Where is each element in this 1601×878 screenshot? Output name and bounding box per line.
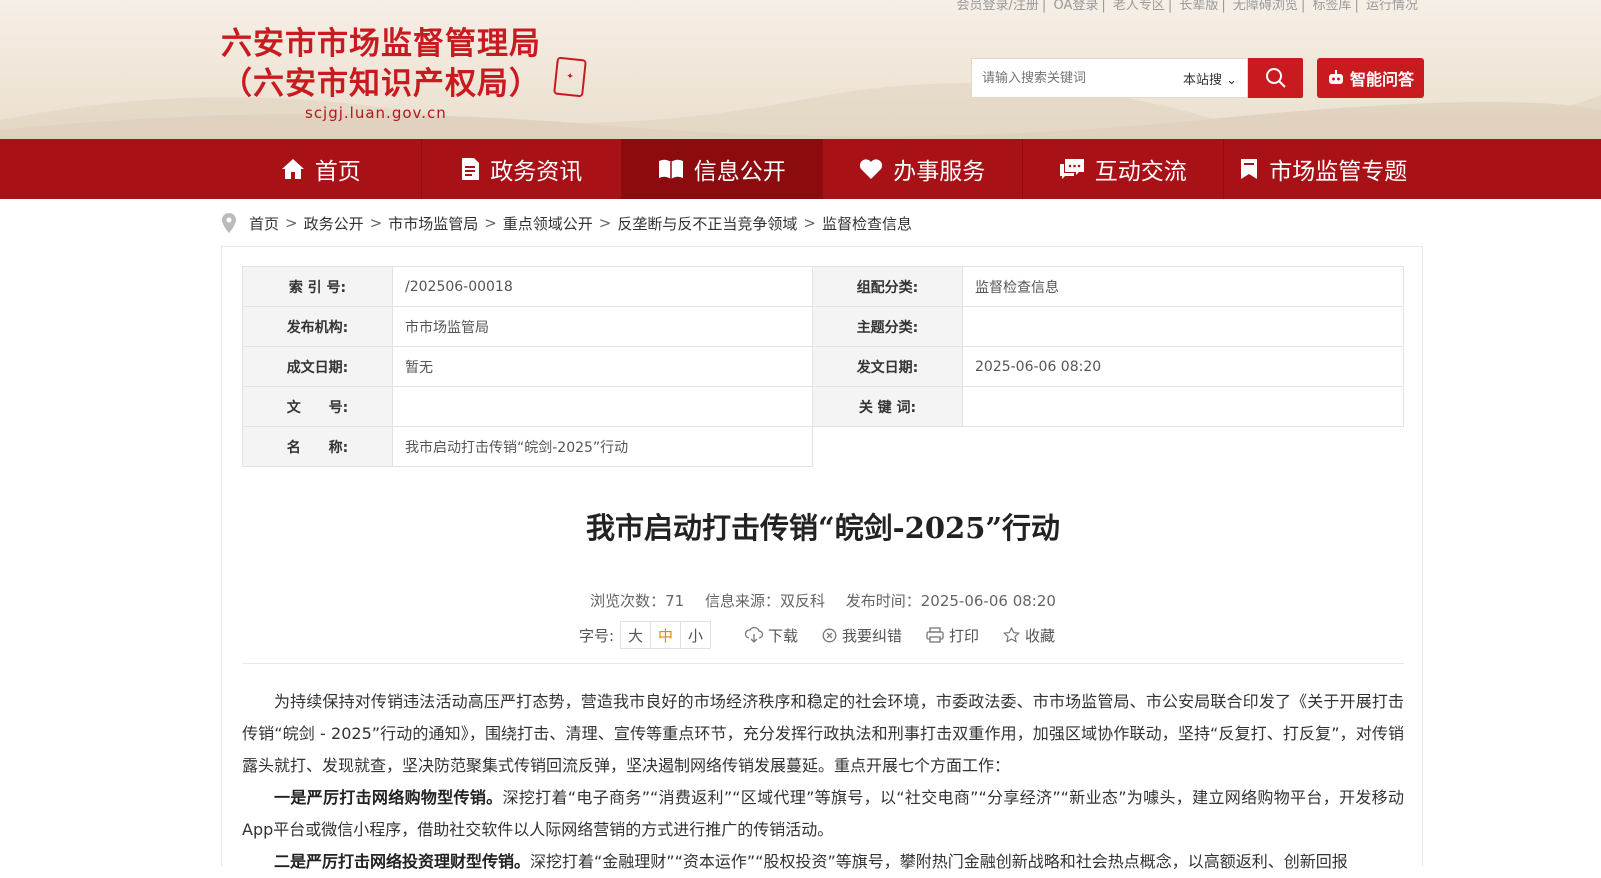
seal-logo: ✦ xyxy=(553,56,587,98)
article-paragraph: 一是严厉打击网络购物型传销。深挖打着“电子商务”“消费返利”“区域代理”等旗号，… xyxy=(242,788,1404,839)
search-input[interactable] xyxy=(972,69,1183,87)
article-tools: 字号: 大 中 小 下载 我要纠错 打印 收藏 xyxy=(242,621,1404,649)
article-source: 信息来源：双反科 xyxy=(704,592,825,610)
link-tags[interactable]: 标签库 xyxy=(1312,0,1351,13)
main-nav: 首页 政务资讯 信息公开 办事服务 互动交流 市场监管专题 xyxy=(0,139,1601,199)
meta-issued-label: 发文日期: xyxy=(812,346,963,387)
meta-keywords-label: 关 键 词: xyxy=(812,386,963,427)
meta-index-label: 索 引 号: xyxy=(242,266,393,307)
nav-services[interactable]: 办事服务 xyxy=(823,139,1023,199)
paragraph-heading: 一是严厉打击网络购物型传销。 xyxy=(274,788,503,807)
nav-interaction[interactable]: 互动交流 xyxy=(1023,139,1224,199)
article-views: 浏览次数：71 xyxy=(590,592,685,610)
meta-publisher-label: 发布机构: xyxy=(242,306,393,347)
article-paragraph: 为持续保持对传销违法活动高压严打态势，营造我市良好的市场经济秩序和稳定的社会环境… xyxy=(242,692,1404,775)
link-senior[interactable]: 长辈版 xyxy=(1179,0,1218,13)
link-elder[interactable]: 老人专区 xyxy=(1113,0,1165,13)
search-scope-select[interactable]: 本站搜 ⌄ xyxy=(1183,69,1247,88)
divider xyxy=(242,663,1404,664)
meta-publisher-value: 市市场监管局 xyxy=(392,306,813,347)
nav-news[interactable]: 政务资讯 xyxy=(422,139,622,199)
location-pin-icon xyxy=(222,213,236,233)
meta-name-label: 名 称: xyxy=(242,426,393,467)
breadcrumb-key-areas[interactable]: 重点领域公开 xyxy=(503,213,593,234)
search-icon xyxy=(1265,68,1286,88)
correct-button[interactable]: 我要纠错 xyxy=(822,625,902,646)
printer-icon xyxy=(926,627,944,643)
meta-docno-label: 文 号: xyxy=(242,386,393,427)
heart-icon xyxy=(860,159,883,179)
link-accessibility[interactable]: 无障碍浏览 xyxy=(1233,0,1298,13)
meta-category-label: 组配分类: xyxy=(812,266,963,307)
article-info: 浏览次数：71 信息来源：双反科 发布时间：2025-06-06 08:20 xyxy=(242,590,1404,611)
meta-index-value: /202506-00018 xyxy=(392,266,813,307)
chat-icon xyxy=(1059,159,1084,179)
meta-empty-cell xyxy=(813,427,963,467)
bookmark-icon xyxy=(1241,159,1258,179)
article-paragraph: 二是严厉打击网络投资理财型传销。深挖打着“金融理财”“资本运作”“股权投资”等旗… xyxy=(274,852,1348,871)
meta-keywords-value xyxy=(962,386,1404,427)
breadcrumb-antitrust[interactable]: 反垄断与反不正当竞争领域 xyxy=(617,213,797,234)
meta-table: 索 引 号: /202506-00018 组配分类: 监督检查信息 发布机构: … xyxy=(242,266,1404,467)
breadcrumb: 首页 > 政务公开 > 市市场监管局 > 重点领域公开 > 反垄断与反不正当竞争领域 > … xyxy=(221,210,912,236)
font-size-medium[interactable]: 中 xyxy=(651,622,681,648)
meta-issued-value: 2025-06-06 08:20 xyxy=(962,346,1404,387)
meta-created-value: 暂无 xyxy=(392,346,813,387)
site-title[interactable]: 六安市市场监督管理局 （六安市知识产权局） xyxy=(221,24,541,104)
article-title: 我市启动打击传销“皖剑-2025”行动 xyxy=(585,511,1061,545)
nav-info-public[interactable]: 信息公开 xyxy=(622,139,823,199)
star-icon xyxy=(1003,627,1021,643)
meta-topic-value xyxy=(962,306,1404,347)
favorite-button[interactable]: 收藏 xyxy=(1003,625,1055,646)
font-size-large[interactable]: 大 xyxy=(621,622,651,648)
home-icon xyxy=(281,159,304,179)
cloud-download-icon xyxy=(745,627,763,643)
meta-topic-label: 主题分类: xyxy=(812,306,963,347)
robot-icon xyxy=(1328,70,1343,84)
meta-created-label: 成文日期: xyxy=(242,346,393,387)
print-button[interactable]: 打印 xyxy=(926,625,979,646)
font-size-switch: 大 中 小 xyxy=(620,621,711,649)
breadcrumb-inspection[interactable]: 监督检查信息 xyxy=(822,213,912,234)
top-links: 会员登录/注册 | OA登录 | 老人专区 | 长辈版 | 无障碍浏览 | 标签库 | 运行… xyxy=(956,0,1418,13)
ai-qa-button[interactable]: 智能问答 xyxy=(1317,58,1424,98)
search-box: 本站搜 ⌄ xyxy=(971,58,1248,98)
site-title-line2: （六安市知识产权局） xyxy=(221,66,541,102)
meta-docno-value xyxy=(392,386,813,427)
meta-name-value: 我市启动打击传销“皖剑-2025”行动 xyxy=(392,426,813,467)
nav-home[interactable]: 首页 xyxy=(221,139,422,199)
font-size-small[interactable]: 小 xyxy=(681,622,710,648)
breadcrumb-gov-public[interactable]: 政务公开 xyxy=(304,213,364,234)
article-body: 为持续保持对传销违法活动高压严打态势，营造我市良好的市场经济秩序和稳定的社会环境… xyxy=(242,686,1404,878)
site-url: scjgj.luan.gov.cn xyxy=(305,104,447,122)
article-time: 发布时间：2025-06-06 08:20 xyxy=(845,592,1056,610)
search-button[interactable] xyxy=(1248,58,1303,98)
book-icon xyxy=(658,159,683,179)
font-size-label: 字号: xyxy=(578,626,614,645)
link-status[interactable]: 运行情况 xyxy=(1366,0,1418,13)
meta-empty-cell xyxy=(963,427,1404,467)
nav-special[interactable]: 市场监管专题 xyxy=(1224,139,1424,199)
breadcrumb-bureau[interactable]: 市市场监管局 xyxy=(388,213,478,234)
document-icon xyxy=(462,158,480,180)
site-title-line1: 六安市市场监督管理局 xyxy=(221,26,541,62)
meta-category-value: 监督检查信息 xyxy=(962,266,1404,307)
breadcrumb-home[interactable]: 首页 xyxy=(249,213,279,234)
download-button[interactable]: 下载 xyxy=(745,625,798,646)
error-report-icon xyxy=(822,628,837,642)
link-oa[interactable]: OA登录 xyxy=(1053,0,1098,13)
link-login[interactable]: 会员登录/注册 xyxy=(957,0,1039,13)
